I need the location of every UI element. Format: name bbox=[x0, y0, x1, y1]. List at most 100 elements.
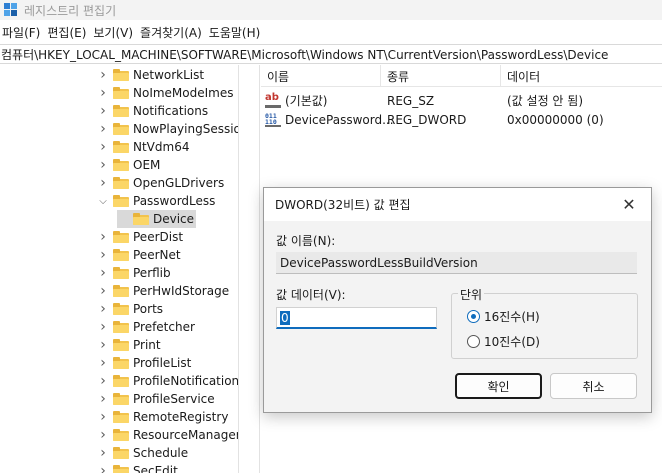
tree-item[interactable]: › Perflib bbox=[97, 264, 170, 282]
chevron-right-icon[interactable]: › bbox=[97, 336, 109, 354]
chevron-right-icon[interactable]: › bbox=[97, 426, 109, 444]
chevron-right-icon[interactable]: › bbox=[97, 102, 109, 120]
tree-item-label: PeerDist bbox=[133, 230, 184, 244]
tree-item[interactable]: › Notifications bbox=[97, 102, 208, 120]
value-data: (값 설정 안 됨) bbox=[507, 94, 584, 108]
tree-item-label: OEM bbox=[133, 158, 161, 172]
folder-icon bbox=[113, 195, 129, 207]
folder-icon bbox=[113, 141, 129, 153]
title-bar: 레지스트리 편집기 bbox=[0, 0, 662, 20]
chevron-right-icon[interactable]: › bbox=[97, 264, 109, 282]
tree-item-label: ResourceManager bbox=[133, 428, 238, 442]
dialog-title-bar: DWORD(32비트) 값 편집 bbox=[264, 188, 651, 221]
tree-item[interactable]: › OEM bbox=[97, 156, 160, 174]
value-data-input[interactable]: 0 bbox=[276, 307, 437, 329]
menu-favorites[interactable]: 즐겨찾기(A) bbox=[138, 24, 207, 41]
value-data-text: 0 bbox=[280, 310, 290, 325]
chevron-right-icon[interactable]: › bbox=[97, 390, 109, 408]
column-header-type[interactable]: 종류 bbox=[381, 65, 501, 87]
value-name-field: DevicePasswordLessBuildVersion bbox=[276, 252, 637, 274]
chevron-right-icon[interactable]: › bbox=[97, 156, 109, 174]
chevron-right-icon[interactable]: › bbox=[97, 174, 109, 192]
menu-edit[interactable]: 편집(E) bbox=[45, 24, 91, 41]
folder-icon bbox=[113, 321, 129, 333]
tree-item-label: Device bbox=[153, 212, 195, 226]
radio-decimal[interactable]: 10진수(D) bbox=[467, 333, 540, 350]
chevron-right-icon[interactable]: › bbox=[97, 84, 109, 102]
folder-icon bbox=[113, 465, 129, 473]
value-row[interactable]: 011 110 DevicePassword... REG_DWORD 0x000… bbox=[261, 110, 662, 129]
chevron-right-icon[interactable]: › bbox=[97, 462, 109, 473]
chevron-right-icon[interactable]: › bbox=[97, 354, 109, 372]
close-icon[interactable]: ✕ bbox=[607, 188, 651, 221]
column-header-data[interactable]: 데이터 bbox=[501, 65, 662, 87]
folder-icon bbox=[113, 123, 129, 135]
ok-button[interactable]: 확인 bbox=[455, 373, 542, 399]
chevron-down-icon[interactable]: ⌵ bbox=[97, 192, 109, 210]
edit-dword-dialog: DWORD(32비트) 값 편집 ✕ 값 이름(N): DevicePasswo… bbox=[263, 187, 652, 413]
tree-item[interactable]: › ResourceManager bbox=[97, 426, 238, 444]
folder-icon bbox=[113, 231, 129, 243]
tree-item[interactable]: › ProfileService bbox=[97, 390, 214, 408]
folder-icon bbox=[113, 105, 129, 117]
tree-item[interactable]: › OpenGLDrivers bbox=[97, 174, 224, 192]
tree-item[interactable]: › NowPlayingSessionManager bbox=[97, 120, 238, 138]
tree-item[interactable]: › Prefetcher bbox=[97, 318, 195, 336]
chevron-right-icon[interactable]: › bbox=[97, 66, 109, 84]
cancel-button[interactable]: 취소 bbox=[550, 373, 637, 399]
tree-item-label: Notifications bbox=[133, 104, 209, 118]
menu-file[interactable]: 파일(F) bbox=[0, 24, 45, 41]
tree-item[interactable]: › ProfileNotification bbox=[97, 372, 238, 390]
radio-unselected-icon bbox=[467, 335, 480, 348]
chevron-right-icon[interactable]: › bbox=[97, 282, 109, 300]
menu-view[interactable]: 보기(V) bbox=[91, 24, 138, 41]
tree-item[interactable]: Device bbox=[117, 210, 197, 228]
tree-item-label: Ports bbox=[133, 302, 164, 316]
folder-icon bbox=[113, 69, 129, 81]
tree-item[interactable]: › Print bbox=[97, 336, 160, 354]
column-header-name[interactable]: 이름 bbox=[261, 65, 381, 87]
tree-item[interactable]: › NetworkList bbox=[97, 66, 204, 84]
chevron-right-icon[interactable]: › bbox=[97, 318, 109, 336]
tree-item[interactable]: › PerHwIdStorage bbox=[97, 282, 229, 300]
radio-hexadecimal[interactable]: 16진수(H) bbox=[467, 308, 540, 325]
folder-icon bbox=[113, 429, 129, 441]
tree-item-label: RemoteRegistry bbox=[133, 410, 229, 424]
tree-item[interactable]: › SecEdit bbox=[97, 462, 178, 473]
chevron-right-icon[interactable]: › bbox=[97, 444, 109, 462]
value-row[interactable]: ab (기본값) REG_SZ (값 설정 안 됨) bbox=[261, 91, 662, 110]
folder-icon bbox=[113, 249, 129, 261]
folder-icon bbox=[113, 411, 129, 423]
tree-item[interactable]: › RemoteRegistry bbox=[97, 408, 228, 426]
tree-item[interactable]: › Schedule bbox=[97, 444, 188, 462]
tree-item-label: PeerNet bbox=[133, 248, 181, 262]
chevron-right-icon[interactable]: › bbox=[97, 300, 109, 318]
value-type: REG_DWORD bbox=[387, 112, 467, 127]
chevron-right-icon[interactable]: › bbox=[97, 246, 109, 264]
chevron-right-icon[interactable]: › bbox=[97, 228, 109, 246]
address-bar[interactable]: 컴퓨터\HKEY_LOCAL_MACHINE\SOFTWARE\Microsof… bbox=[0, 44, 662, 64]
folder-icon bbox=[113, 177, 129, 189]
folder-icon bbox=[113, 159, 129, 171]
regedit-app-icon bbox=[4, 3, 18, 17]
pane-splitter[interactable] bbox=[238, 65, 260, 473]
list-header: 이름 종류 데이터 bbox=[261, 65, 662, 87]
tree-item[interactable]: › PeerDist bbox=[97, 228, 183, 246]
value-name: DevicePassword... bbox=[285, 112, 394, 127]
folder-icon bbox=[113, 447, 129, 459]
tree-item[interactable]: › NtVdm64 bbox=[97, 138, 189, 156]
folder-icon bbox=[113, 339, 129, 351]
tree-item[interactable]: › Ports bbox=[97, 300, 163, 318]
menu-help[interactable]: 도움말(H) bbox=[207, 24, 266, 41]
binary-value-icon: 011 110 bbox=[265, 112, 281, 127]
tree-item[interactable]: › PeerNet bbox=[97, 246, 181, 264]
chevron-right-icon[interactable]: › bbox=[97, 408, 109, 426]
chevron-right-icon[interactable]: › bbox=[97, 138, 109, 156]
tree-item[interactable]: › NoImeModeImes bbox=[97, 84, 233, 102]
chevron-right-icon[interactable]: › bbox=[97, 120, 109, 138]
chevron-right-icon[interactable]: › bbox=[97, 372, 109, 390]
registry-tree[interactable]: › NetworkList › NoImeModeImes › Notifications… bbox=[0, 65, 238, 473]
tree-item[interactable]: ⌵ PasswordLess bbox=[97, 192, 215, 210]
tree-item[interactable]: › ProfileList bbox=[97, 354, 191, 372]
